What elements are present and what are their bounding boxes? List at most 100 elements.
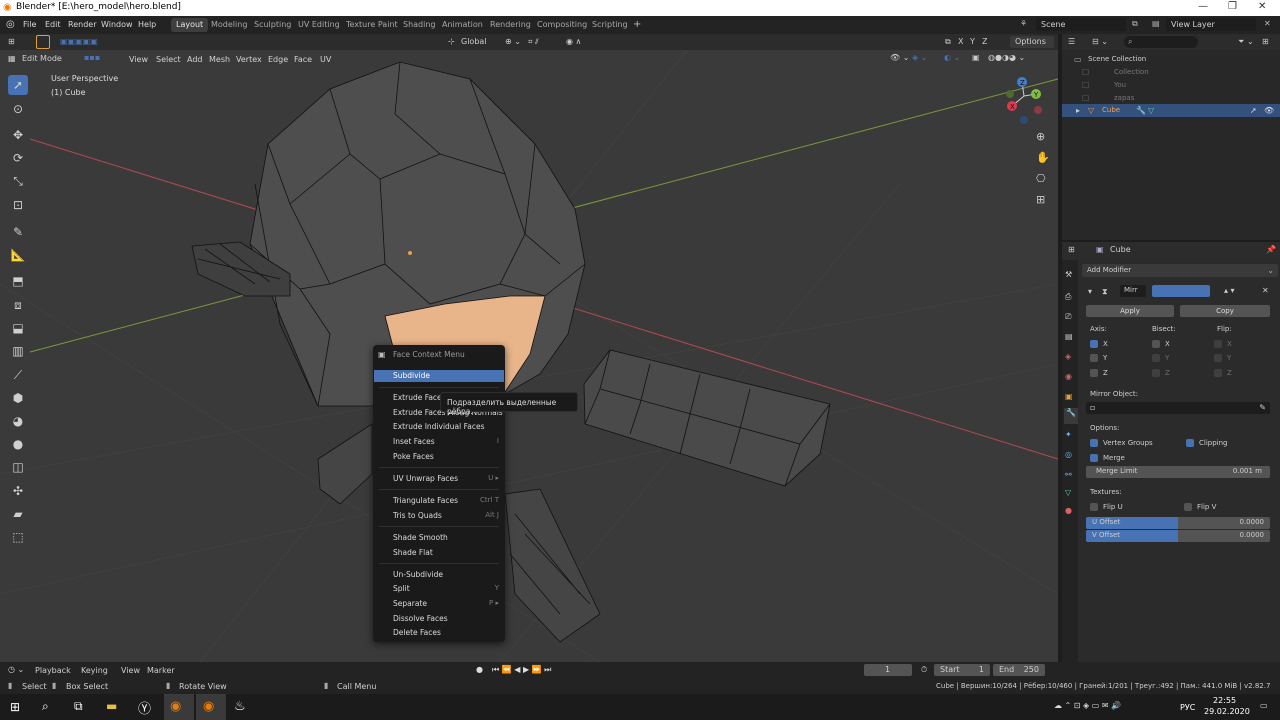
taskbar-search-icon[interactable]: ⌕ xyxy=(42,699,49,714)
merge-checkbox[interactable] xyxy=(1090,454,1098,462)
data-tab-icon[interactable]: ▽ xyxy=(1065,488,1071,497)
eye-icon[interactable]: 👁 xyxy=(1264,106,1274,115)
menu-item-triangulate[interactable]: Triangulate Faces xyxy=(393,496,458,505)
file-explorer-icon[interactable]: ▬ xyxy=(106,699,117,713)
v-offset-field[interactable]: V Offset 0.0000 xyxy=(1086,530,1270,542)
apply-button[interactable]: Apply xyxy=(1086,305,1174,317)
notifications-icon[interactable]: ▭ xyxy=(1260,701,1268,710)
menu-item-dissolve-faces[interactable]: Dissolve Faces xyxy=(393,614,448,623)
overlay-icon[interactable]: ◐ ⌄ xyxy=(944,53,960,62)
shrink-fatten-tool-icon[interactable]: ✣ xyxy=(8,481,28,501)
menu-help[interactable]: Help xyxy=(138,20,156,29)
tab-layout[interactable]: Layout xyxy=(171,18,209,32)
end-frame-field[interactable]: End 250 xyxy=(993,664,1045,676)
shading-modes-icon[interactable]: ◍●◑◕ ⌄ xyxy=(988,53,1025,62)
steam-icon[interactable]: ♨ xyxy=(234,699,246,714)
move-tool-icon[interactable]: ✥ xyxy=(8,125,28,145)
collection-checkbox[interactable]: ☐ xyxy=(1082,68,1089,77)
editor-type-icon[interactable]: ⊞ xyxy=(8,37,15,46)
copy-button[interactable]: Copy xyxy=(1180,305,1270,317)
menu-item-extrude-faces[interactable]: Extrude Faces xyxy=(393,393,446,402)
menu-item-delete-faces[interactable]: Delete Faces xyxy=(393,628,441,637)
taskbar-date[interactable]: 29.02.2020 xyxy=(1204,707,1250,716)
material-tab-icon[interactable]: ● xyxy=(1065,506,1072,515)
vertex-edge-face-mode-icons[interactable]: ▪▪▪ xyxy=(84,53,100,62)
particles-tab-icon[interactable]: ✦ xyxy=(1065,430,1072,439)
bisect-z-checkbox[interactable] xyxy=(1152,369,1160,377)
scene-tab-icon[interactable]: ◈ xyxy=(1065,352,1071,361)
pan-hand-icon[interactable]: ✋ xyxy=(1036,151,1050,164)
clipping-checkbox[interactable] xyxy=(1186,439,1194,447)
3d-viewport[interactable] xyxy=(0,34,1058,662)
windows-start-icon[interactable]: ⊞ xyxy=(10,700,20,714)
playback-controls-icon[interactable]: ⏮ ⏪ ◀ ▶ ⏩ ⏭ xyxy=(492,665,551,675)
knife-tool-icon[interactable]: ⟋ xyxy=(8,365,28,385)
merge-limit-field[interactable]: Merge Limit 0.001 m xyxy=(1086,466,1270,478)
taskbar-time[interactable]: 22:55 xyxy=(1213,696,1236,705)
modifier-visibility-toggles[interactable] xyxy=(1152,285,1210,297)
navigation-gizmo[interactable]: Y Z X xyxy=(1002,74,1046,124)
outliner-item-cube-row[interactable]: ▸ ▽ Cube 🔧 ▽ ➚ 👁 xyxy=(1062,104,1280,117)
select-mode-icons[interactable]: ▣▣▣▣▣ xyxy=(60,37,98,46)
smooth-tool-icon[interactable]: ● xyxy=(8,434,28,454)
axis-lock-z[interactable]: Z xyxy=(982,37,987,46)
rip-tool-icon[interactable]: ⬚ xyxy=(8,527,28,547)
cursor-tool-icon[interactable]: ⊙ xyxy=(8,99,28,119)
expand-arrow-icon[interactable]: ▸ xyxy=(1076,106,1080,115)
zoom-icon[interactable]: ⊕ xyxy=(1036,130,1045,143)
shear-tool-icon[interactable]: ▰ xyxy=(8,504,28,524)
vertex-groups-checkbox[interactable] xyxy=(1090,439,1098,447)
menu-item-uv-unwrap[interactable]: UV Unwrap Faces xyxy=(393,474,458,483)
maximize-icon[interactable]: ❐ xyxy=(1228,1,1237,12)
tab-texture-paint[interactable]: Texture Paint xyxy=(341,18,403,32)
axis-lock-y[interactable]: Y xyxy=(970,37,975,46)
menu-item-shade-smooth[interactable]: Shade Smooth xyxy=(393,533,448,542)
menu-add[interactable]: Add xyxy=(187,55,203,64)
visibility-icon[interactable]: 👁 ⌄ xyxy=(890,53,909,62)
menu-file[interactable]: File xyxy=(23,20,36,29)
scene-selector[interactable]: Scene xyxy=(1036,18,1126,31)
tab-uv-editing[interactable]: UV Editing xyxy=(293,18,345,32)
camera-icon[interactable]: ⎔ xyxy=(1036,172,1046,185)
flip-v-checkbox[interactable] xyxy=(1184,503,1192,511)
object-tab-icon[interactable]: ▣ xyxy=(1065,392,1073,401)
move-up-icon[interactable]: ▴ ▾ xyxy=(1224,286,1235,295)
render-tab-icon[interactable]: ⎙ xyxy=(1065,292,1071,302)
outliner-item-collection[interactable]: Collection xyxy=(1114,68,1149,76)
poly-build-tool-icon[interactable]: ⬢ xyxy=(8,388,28,408)
proportional-icon[interactable]: ◉ ∧ xyxy=(566,37,581,46)
outliner-editor-icon[interactable]: ☰ xyxy=(1068,37,1075,46)
preview-range-icon[interactable]: ⏱ xyxy=(921,665,927,675)
snap-icon[interactable]: ⌗ ⫽ xyxy=(528,37,539,47)
menu-face[interactable]: Face xyxy=(294,55,312,64)
modifier-name-input[interactable]: Mirr xyxy=(1120,285,1146,297)
remove-modifier-icon[interactable]: ✕ xyxy=(1262,286,1269,295)
menu-item-subdivide[interactable]: Subdivide xyxy=(374,370,504,382)
new-collection-icon[interactable]: ⊞ xyxy=(1262,37,1269,46)
you-checkbox[interactable]: ☐ xyxy=(1082,81,1089,90)
tab-sculpting[interactable]: Sculpting xyxy=(249,18,296,32)
flip-x-checkbox[interactable] xyxy=(1214,340,1222,348)
current-frame-field[interactable]: 1 xyxy=(864,664,912,676)
menu-window[interactable]: Window xyxy=(101,20,133,29)
bisect-x-checkbox[interactable] xyxy=(1152,340,1160,348)
start-frame-field[interactable]: Start 1 xyxy=(934,664,990,676)
scene-collection-label[interactable]: Scene Collection xyxy=(1088,55,1146,63)
eyedropper-icon[interactable]: ✎ xyxy=(1259,403,1266,412)
menu-item-poke-faces[interactable]: Poke Faces xyxy=(393,452,434,461)
outliner-item-you[interactable]: You xyxy=(1114,81,1126,89)
minimize-icon[interactable]: — xyxy=(1198,1,1208,12)
edge-slide-tool-icon[interactable]: ◫ xyxy=(8,457,28,477)
loop-cut-tool-icon[interactable]: ▥ xyxy=(8,341,28,361)
add-workspace-icon[interactable]: + xyxy=(633,19,641,30)
select-box-tool-icon[interactable]: ➚ xyxy=(8,75,28,95)
menu-select[interactable]: Select xyxy=(156,55,181,64)
view-layer-tab-icon[interactable]: ▤ xyxy=(1065,332,1073,341)
blender-menu-icon[interactable]: ◎ xyxy=(6,19,15,30)
outliner-item-zapas[interactable]: zapas xyxy=(1114,94,1134,102)
scale-tool-icon[interactable]: ⤡ xyxy=(8,171,28,191)
view-layer-close-icon[interactable]: ✕ xyxy=(1264,19,1271,28)
rotate-tool-icon[interactable]: ⟳ xyxy=(8,148,28,168)
outliner-search-input[interactable]: ⌕ xyxy=(1124,36,1198,48)
tab-scripting[interactable]: Scripting xyxy=(587,18,633,32)
